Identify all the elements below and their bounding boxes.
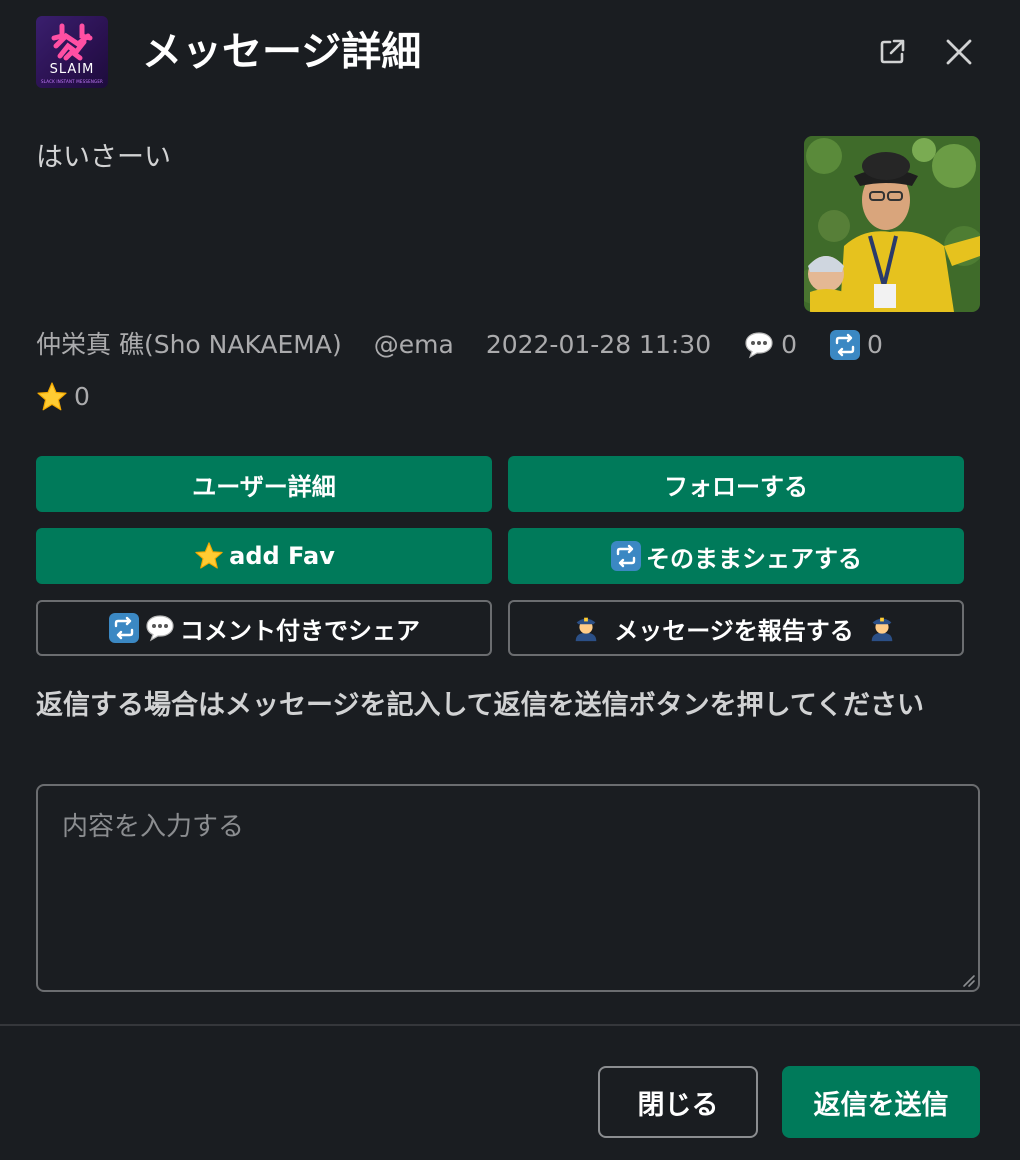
- footer-divider: [0, 1024, 1020, 1026]
- speech-balloon-icon: [743, 329, 775, 361]
- open-external-button[interactable]: [870, 30, 914, 74]
- modal-title: メッセージ詳細: [142, 29, 422, 75]
- share-as-is-label: そのままシェアする: [646, 544, 862, 573]
- slaim-logo-mark-icon: [51, 23, 93, 61]
- share-count-value: 0: [867, 330, 883, 359]
- resize-handle-icon[interactable]: [960, 972, 976, 988]
- share-as-is-button[interactable]: そのままシェアする: [508, 528, 964, 584]
- repeat-icon: [610, 540, 642, 572]
- user-photo-icon: [804, 136, 980, 312]
- user-detail-button[interactable]: ユーザー詳細: [36, 456, 492, 512]
- share-with-comment-button[interactable]: コメント付きでシェア: [36, 600, 492, 656]
- author-handle[interactable]: @ema: [374, 326, 454, 364]
- share-with-comment-label: コメント付きでシェア: [180, 616, 420, 645]
- message-timestamp: 2022-01-28 11:30: [485, 330, 712, 359]
- user-detail-label: ユーザー詳細: [192, 472, 336, 501]
- close-icon: [946, 39, 972, 65]
- fav-count: 0: [36, 378, 90, 416]
- add-fav-button[interactable]: add Fav: [36, 528, 492, 584]
- fav-count-value: 0: [74, 382, 90, 411]
- comment-count: 0: [743, 326, 797, 364]
- author-name[interactable]: 仲栄真 礁(Sho NAKAEMA): [36, 326, 342, 364]
- external-link-icon: [880, 39, 905, 64]
- send-reply-button[interactable]: 返信を送信: [782, 1066, 980, 1138]
- police-officer-icon: [570, 612, 602, 644]
- follow-label: フォローする: [664, 472, 808, 501]
- message-text: はいさーい: [36, 142, 171, 173]
- star-icon: [193, 540, 225, 572]
- close-button-label: 閉じる: [637, 1089, 719, 1121]
- report-message-button[interactable]: メッセージを報告する: [508, 600, 964, 656]
- speech-balloon-icon: [144, 612, 176, 644]
- police-officer-icon: [866, 612, 898, 644]
- comment-count-value: 0: [781, 330, 797, 359]
- logo-text: SLAIM: [49, 62, 95, 77]
- message-meta: 仲栄真 礁(Sho NAKAEMA) @ema 2022-01-28 11:30…: [36, 326, 986, 364]
- logo-subtext: SLACK INSTANT MESSENGER: [40, 79, 104, 84]
- close-button[interactable]: 閉じる: [598, 1066, 758, 1138]
- star-icon: [36, 381, 68, 413]
- repeat-icon: [108, 612, 140, 644]
- send-reply-label: 返信を送信: [813, 1089, 949, 1121]
- app-logo: SLAIM SLACK INSTANT MESSENGER: [36, 16, 108, 88]
- reply-instructions: 返信する場合はメッセージを記入して返信を送信ボタンを押してください: [36, 690, 925, 721]
- report-message-label: メッセージを報告する: [614, 616, 854, 645]
- close-modal-button[interactable]: [937, 30, 981, 74]
- follow-button[interactable]: フォローする: [508, 456, 964, 512]
- reply-input[interactable]: [36, 784, 980, 992]
- share-count: 0: [829, 326, 883, 364]
- author-avatar[interactable]: [804, 136, 980, 312]
- modal-header: SLAIM SLACK INSTANT MESSENGER メッセージ詳細: [0, 0, 1020, 104]
- repeat-icon: [829, 329, 861, 361]
- add-fav-label: add Fav: [229, 542, 335, 570]
